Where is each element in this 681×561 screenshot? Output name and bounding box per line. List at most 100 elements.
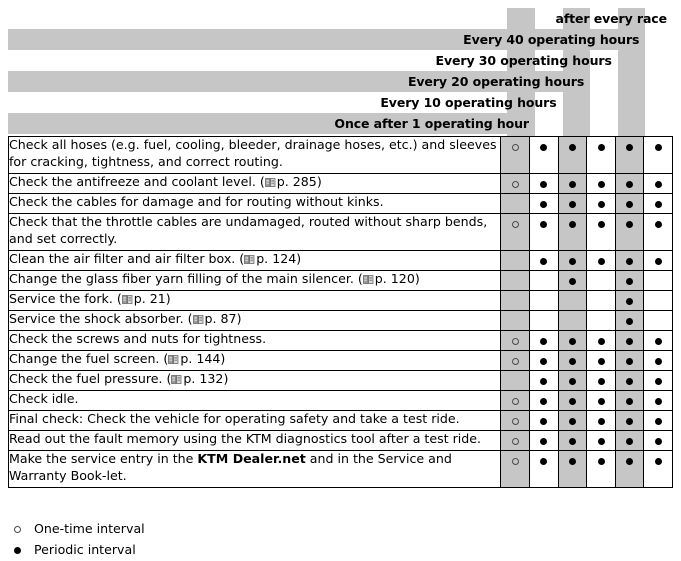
interval-periodic-marker xyxy=(540,181,548,188)
task-description-cell: Check the cables for damage and for rout… xyxy=(7,193,502,214)
legend: One-time interval Periodic interval xyxy=(8,518,408,560)
interval-periodic-marker xyxy=(654,201,662,208)
interval-periodic-marker xyxy=(568,144,576,151)
interval-marker-cell xyxy=(500,450,531,488)
interval-marker-cell xyxy=(643,330,673,351)
table-row: Check the antifreeze and coolant level. … xyxy=(7,173,673,194)
interval-marker-cell xyxy=(529,310,559,331)
interval-onetime-marker xyxy=(511,458,519,465)
interval-marker-cell xyxy=(500,370,531,391)
interval-empty-marker xyxy=(512,319,519,326)
interval-periodic-marker xyxy=(626,338,634,345)
interval-periodic-marker xyxy=(540,221,548,228)
interval-marker-cell xyxy=(529,173,559,194)
interval-marker-cell xyxy=(557,410,588,431)
interval-marker-cell xyxy=(586,410,616,431)
interval-marker-cell xyxy=(500,310,531,331)
interval-marker-cell xyxy=(557,193,588,214)
interval-periodic-marker xyxy=(654,358,662,365)
book-icon xyxy=(264,175,276,187)
interval-marker-cell xyxy=(586,350,616,371)
interval-marker-cell xyxy=(614,450,645,488)
legend-label: Periodic interval xyxy=(34,542,136,557)
interval-periodic-marker xyxy=(654,221,662,228)
book-icon xyxy=(171,372,182,384)
interval-empty-marker xyxy=(512,202,519,209)
interval-marker-cell xyxy=(643,410,673,431)
table-row: Check all hoses (e.g. fuel, cooling, ble… xyxy=(7,136,673,174)
interval-periodic-marker xyxy=(654,458,662,465)
page-reference: p. 144 xyxy=(180,351,221,366)
interval-marker-cell xyxy=(614,173,645,194)
interval-onetime-marker xyxy=(511,181,519,188)
interval-marker-cell xyxy=(529,370,559,391)
book-icon xyxy=(192,312,204,324)
interval-marker-cell xyxy=(500,430,531,451)
interval-periodic-marker xyxy=(540,358,548,365)
task-description-cell: Check the screws and nuts for tightness. xyxy=(7,330,502,351)
interval-marker-cell xyxy=(529,213,559,251)
interval-marker-cell xyxy=(557,290,588,311)
interval-marker-cell xyxy=(586,213,616,251)
table-row: Read out the fault memory using the KTM … xyxy=(7,430,673,451)
interval-periodic-marker xyxy=(654,378,662,385)
table-row: Clean the air filter and air filter box.… xyxy=(7,250,673,271)
interval-marker-cell xyxy=(586,330,616,351)
interval-periodic-marker xyxy=(540,458,548,465)
interval-empty-marker xyxy=(512,259,519,266)
interval-periodic-marker xyxy=(597,144,605,151)
task-description-cell: Service the shock absorber. (p. 87) xyxy=(7,310,502,331)
interval-periodic-marker xyxy=(626,378,634,385)
interval-periodic-marker xyxy=(654,181,662,188)
interval-periodic-marker xyxy=(597,201,605,208)
book-icon xyxy=(121,292,133,304)
interval-header-label: Every 20 operating hours xyxy=(8,71,591,92)
interval-periodic-marker xyxy=(626,398,634,405)
interval-periodic-marker xyxy=(597,338,605,345)
interval-marker-cell xyxy=(586,193,616,214)
interval-empty-marker xyxy=(540,279,547,286)
interval-marker-cell xyxy=(500,330,531,351)
interval-periodic-marker xyxy=(654,418,662,425)
task-description-cell: Check all hoses (e.g. fuel, cooling, ble… xyxy=(7,136,502,174)
table-row: Change the glass fiber yarn filling of t… xyxy=(7,270,673,291)
table-row: Check idle. xyxy=(7,390,673,411)
interval-marker-cell xyxy=(614,310,645,331)
interval-marker-cell xyxy=(614,410,645,431)
interval-periodic-marker xyxy=(626,258,634,265)
interval-marker-cell xyxy=(529,410,559,431)
page-reference: p. 124 xyxy=(256,251,297,266)
interval-marker-cell xyxy=(614,213,645,251)
interval-empty-marker xyxy=(569,319,576,326)
interval-periodic-marker xyxy=(540,201,548,208)
interval-periodic-marker xyxy=(597,181,605,188)
interval-periodic-marker xyxy=(568,181,576,188)
interval-marker-cell xyxy=(557,350,588,371)
interval-header-row: Every 30 operating hours xyxy=(8,50,673,71)
legend-marker xyxy=(8,518,34,539)
interval-header-label: after every race xyxy=(555,11,668,26)
interval-marker-cell xyxy=(614,390,645,411)
interval-marker-cell xyxy=(500,390,531,411)
interval-empty-marker xyxy=(540,319,547,326)
interval-marker-cell xyxy=(586,390,616,411)
interval-periodic-marker xyxy=(597,378,605,385)
interval-empty-marker xyxy=(512,279,519,286)
interval-marker-cell xyxy=(643,213,673,251)
interval-marker-cell xyxy=(586,290,616,311)
interval-empty-marker xyxy=(655,279,662,286)
interval-marker-cell xyxy=(500,290,531,311)
page-reference: p. 285 xyxy=(276,174,317,189)
table-row: Check the fuel pressure. (p. 132) xyxy=(7,370,673,391)
interval-periodic-marker xyxy=(626,201,634,208)
interval-marker-cell xyxy=(614,290,645,311)
interval-empty-marker xyxy=(512,379,519,386)
interval-periodic-marker xyxy=(597,398,605,405)
interval-periodic-marker xyxy=(568,398,576,405)
task-description-cell: Service the fork. (p. 21) xyxy=(7,290,502,311)
interval-marker-cell xyxy=(557,250,588,271)
interval-marker-cell xyxy=(643,173,673,194)
interval-marker-cell xyxy=(643,310,673,331)
interval-header-label: Once after 1 operating hour xyxy=(8,113,535,134)
interval-header-row: Every 10 operating hours xyxy=(8,92,673,113)
